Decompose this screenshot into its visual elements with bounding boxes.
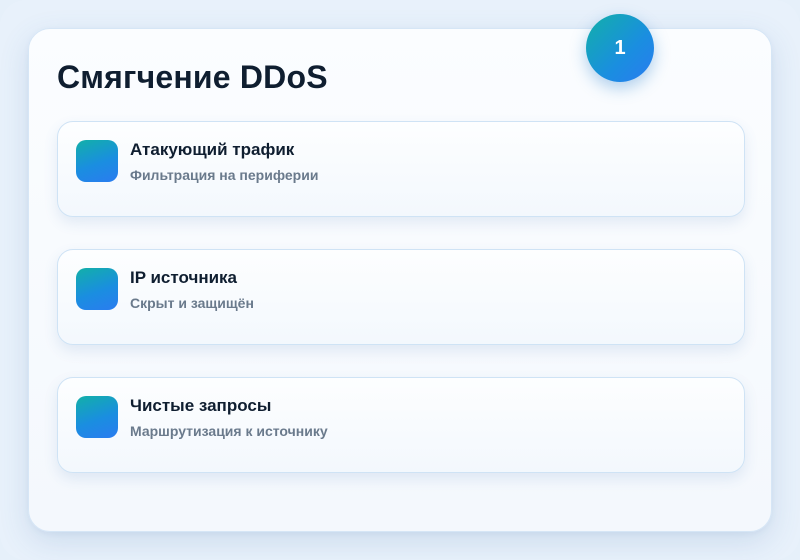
item-subtitle: Скрыт и защищён [130, 295, 254, 311]
item-title: Атакующий трафик [130, 140, 295, 159]
list-item-source-ip: IP источника Скрыт и защищён [57, 249, 745, 345]
gradient-square-icon [76, 268, 118, 310]
item-list: Атакующий трафик Фильтрация на периферии… [57, 121, 745, 505]
info-card: Смягчение DDoS Атакующий трафик Фильтрац… [28, 28, 772, 532]
item-title: Чистые запросы [130, 396, 272, 415]
item-title: IP источника [130, 268, 237, 287]
list-item-clean-requests: Чистые запросы Маршрутизация к источнику [57, 377, 745, 473]
item-subtitle: Фильтрация на периферии [130, 167, 319, 183]
gradient-square-icon [76, 396, 118, 438]
card-title: Смягчение DDoS [57, 59, 328, 95]
item-subtitle: Маршрутизация к источнику [130, 423, 328, 439]
list-item-attack-traffic: Атакующий трафик Фильтрация на периферии [57, 121, 745, 217]
step-number-badge: 1 [586, 14, 654, 82]
gradient-square-icon [76, 140, 118, 182]
